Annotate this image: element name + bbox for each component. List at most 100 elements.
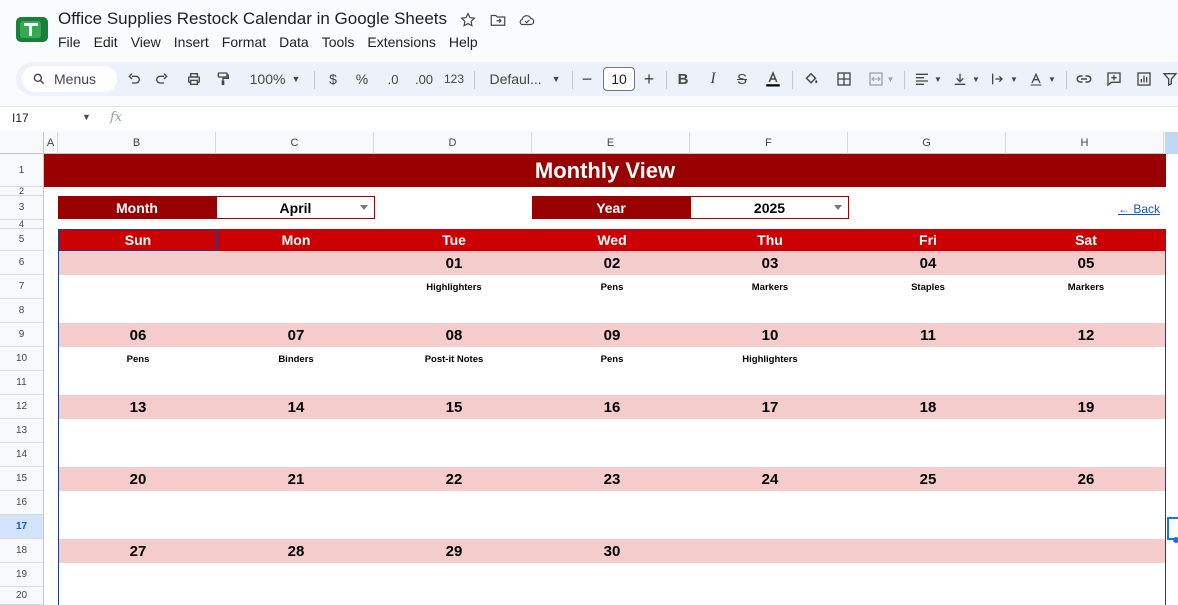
paint-format-button[interactable] (213, 62, 233, 96)
day-number[interactable]: 17 (691, 395, 849, 419)
text-color-button[interactable] (762, 62, 784, 96)
row-header[interactable]: 7 (0, 275, 43, 299)
day-number[interactable]: 01 (375, 251, 533, 275)
day-number[interactable]: 05 (1007, 251, 1165, 275)
restock-item[interactable]: Highlighters (691, 347, 849, 371)
fill-color-button[interactable] (800, 62, 822, 96)
decrease-decimal-button[interactable]: .0 (380, 62, 406, 96)
restock-item[interactable] (1007, 347, 1165, 371)
row-header[interactable]: 1 (0, 154, 43, 187)
back-link[interactable]: ← Back (1118, 202, 1160, 216)
day-number[interactable]: 09 (533, 323, 691, 347)
restock-item[interactable]: Pens (533, 347, 691, 371)
row-header[interactable]: 5 (0, 229, 43, 251)
day-number[interactable]: 07 (217, 323, 375, 347)
decrease-font-size-button[interactable]: − (578, 62, 596, 96)
day-number[interactable]: 13 (59, 395, 217, 419)
row-header[interactable]: 14 (0, 443, 43, 467)
percent-button[interactable]: % (353, 62, 371, 96)
row-header[interactable]: 11 (0, 371, 43, 395)
restock-item[interactable] (691, 419, 849, 443)
italic-button[interactable]: I (704, 62, 722, 96)
menu-help[interactable]: Help (449, 34, 484, 50)
restock-item[interactable] (1007, 419, 1165, 443)
row-header[interactable]: 8 (0, 299, 43, 323)
column-scroll-handle[interactable] (1165, 132, 1178, 154)
day-number[interactable]: 03 (691, 251, 849, 275)
row-header[interactable]: 4 (0, 220, 43, 229)
menu-edit[interactable]: Edit (94, 34, 124, 50)
restock-item[interactable] (1007, 491, 1165, 515)
day-number[interactable]: 08 (375, 323, 533, 347)
day-number[interactable]: 06 (59, 323, 217, 347)
name-box[interactable]: I17 (12, 111, 29, 125)
restock-item[interactable] (59, 419, 217, 443)
column-header[interactable]: G (848, 132, 1006, 154)
cloud-saved-icon[interactable] (518, 11, 536, 29)
insert-comment-button[interactable] (1104, 62, 1124, 96)
restock-item[interactable] (59, 563, 217, 587)
day-number[interactable]: 28 (217, 539, 375, 563)
day-number[interactable]: 27 (59, 539, 217, 563)
row-header[interactable]: 2 (0, 187, 43, 196)
day-number[interactable] (691, 539, 849, 563)
day-number[interactable]: 25 (849, 467, 1007, 491)
restock-item[interactable] (217, 275, 375, 299)
menu-extensions[interactable]: Extensions (367, 34, 441, 50)
number-format-button[interactable]: 123 (442, 62, 466, 96)
restock-item[interactable] (533, 419, 691, 443)
day-number[interactable]: 12 (1007, 323, 1165, 347)
insert-link-button[interactable] (1074, 62, 1094, 96)
day-number[interactable]: 26 (1007, 467, 1165, 491)
column-header[interactable]: E (532, 132, 690, 154)
day-number[interactable]: 15 (375, 395, 533, 419)
sheets-logo-icon[interactable] (16, 17, 48, 42)
day-number[interactable]: 16 (533, 395, 691, 419)
day-number[interactable]: 02 (533, 251, 691, 275)
menu-tools[interactable]: Tools (322, 34, 361, 50)
column-header[interactable]: B (58, 132, 216, 154)
day-number[interactable]: 04 (849, 251, 1007, 275)
year-dropdown[interactable]: 2025 (690, 196, 849, 219)
horizontal-align-button[interactable]: ▼ (912, 62, 944, 96)
column-header[interactable]: A (44, 132, 58, 154)
restock-item[interactable] (1007, 563, 1165, 587)
restock-item[interactable] (849, 419, 1007, 443)
menu-file[interactable]: File (58, 34, 87, 50)
menu-format[interactable]: Format (222, 34, 272, 50)
search-menus[interactable]: Menus (22, 66, 117, 92)
select-all-corner[interactable] (0, 132, 44, 154)
restock-item[interactable] (59, 275, 217, 299)
move-to-folder-icon[interactable] (489, 11, 507, 29)
column-header[interactable]: H (1006, 132, 1164, 154)
row-header[interactable]: 16 (0, 491, 43, 515)
sheet-canvas[interactable]: Monthly View Month April Year 2025 ← Bac… (44, 154, 1178, 605)
day-number[interactable]: 21 (217, 467, 375, 491)
day-number[interactable] (1007, 539, 1165, 563)
bold-button[interactable]: B (674, 62, 692, 96)
restock-item[interactable] (533, 491, 691, 515)
undo-button[interactable] (124, 62, 144, 96)
print-button[interactable] (184, 62, 204, 96)
chevron-down-icon[interactable]: ▼ (82, 112, 92, 122)
day-number[interactable]: 14 (217, 395, 375, 419)
strikethrough-button[interactable]: S (732, 62, 752, 96)
star-icon[interactable] (459, 11, 477, 29)
merge-cells-button[interactable]: ▼ (864, 62, 898, 96)
row-header[interactable]: 3 (0, 196, 43, 220)
borders-button[interactable] (834, 62, 854, 96)
restock-item[interactable]: Markers (691, 275, 849, 299)
redo-button[interactable] (152, 62, 172, 96)
restock-item[interactable]: Markers (1007, 275, 1165, 299)
day-number[interactable]: 23 (533, 467, 691, 491)
day-number[interactable]: 20 (59, 467, 217, 491)
restock-item[interactable] (533, 563, 691, 587)
increase-font-size-button[interactable]: + (640, 62, 658, 96)
menu-insert[interactable]: Insert (174, 34, 215, 50)
day-number[interactable]: 24 (691, 467, 849, 491)
text-rotation-button[interactable]: ▼ (1026, 62, 1058, 96)
day-number[interactable] (217, 251, 375, 275)
restock-item[interactable]: Pens (59, 347, 217, 371)
restock-item[interactable]: Staples (849, 275, 1007, 299)
fill-handle[interactable] (1173, 537, 1178, 543)
